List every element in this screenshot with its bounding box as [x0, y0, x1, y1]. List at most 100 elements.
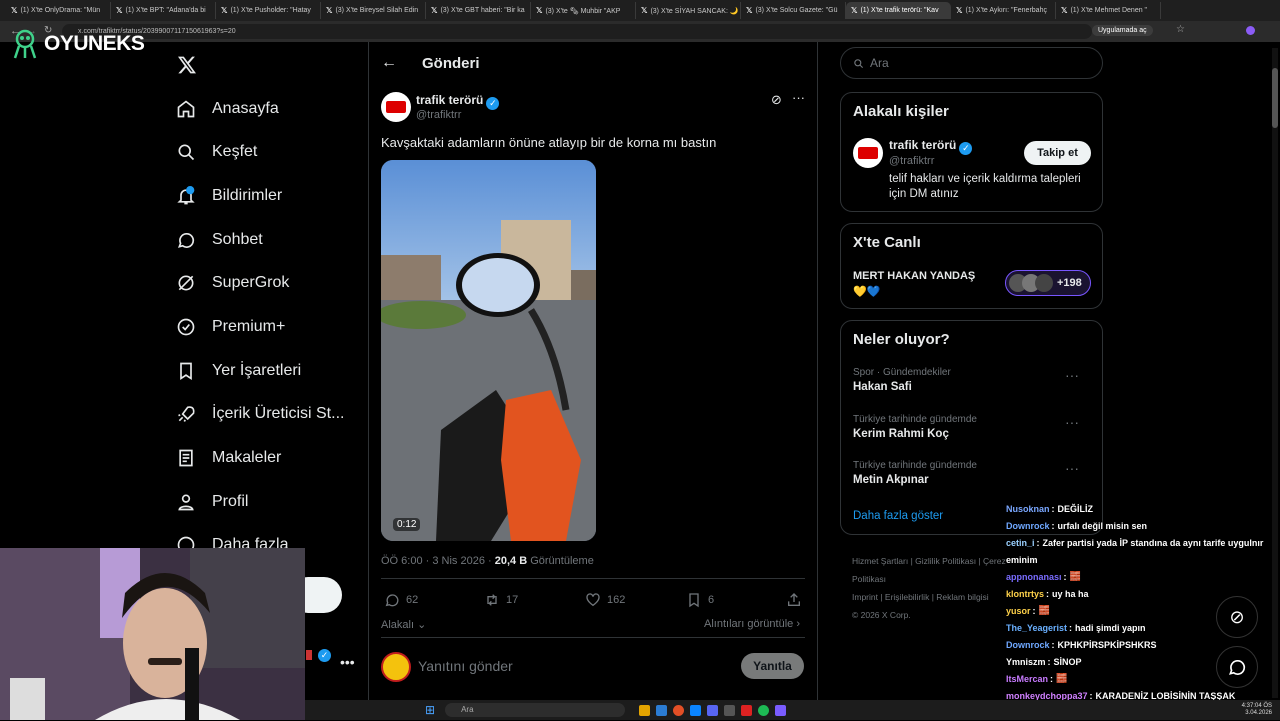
app-icon[interactable] — [775, 704, 787, 716]
reply-action[interactable]: 62 — [384, 592, 418, 608]
relevant-name-row[interactable]: trafik terörü ✓ — [889, 138, 973, 155]
nav-item-premium[interactable]: Premium+ — [176, 314, 285, 340]
browser-tab[interactable]: 𝕏 (1) X'te Pusholder: "Hatay — [216, 2, 321, 19]
chat-username[interactable]: ItsMercan — [1006, 674, 1048, 684]
trend-item[interactable]: Türkiye tarihinde gündemde Kerim Rahmi Ko… — [853, 414, 1093, 440]
star-icon[interactable]: ☆ — [1176, 24, 1185, 35]
chat-username[interactable]: cetin_i — [1006, 538, 1035, 548]
taskbar-clock[interactable]: 4:37:04 ÖS 3.04.2026 — [1242, 703, 1272, 717]
bookmark-action[interactable]: 6 — [686, 592, 714, 608]
verified-badge-icon: ✓ — [959, 142, 973, 155]
nav-item-chat[interactable]: Sohbet — [176, 227, 263, 253]
trend-more-icon[interactable]: ··· — [1065, 414, 1079, 430]
chat-username[interactable]: appnonanası — [1006, 572, 1062, 582]
address-bar[interactable]: x.com/trafiktrr/status/20399007117150619… — [62, 24, 1092, 39]
nav-item-home[interactable]: Anasayfa — [176, 96, 279, 122]
post-time[interactable]: ÖÖ 6:00 — [381, 555, 423, 567]
chat-username[interactable]: eminim — [1006, 555, 1038, 565]
scrollbar-thumb[interactable] — [1272, 68, 1278, 128]
browser-tab[interactable]: 𝕏 (1) X'te trafik terörü: "Kav — [846, 2, 951, 19]
repost-action[interactable]: 17 — [484, 592, 518, 608]
browser-tab-title: (1) X'te trafik terörü: "Kav — [860, 7, 939, 14]
spotify-icon[interactable] — [758, 704, 770, 716]
live-participants[interactable]: +198 — [1005, 270, 1091, 296]
browser-tab[interactable]: 𝕏 (3) X'te Solcu Gazete: "Gü — [741, 2, 846, 19]
browser-tab[interactable]: 𝕏 (1) X'te BPT: "Adana'da bi — [111, 2, 216, 19]
chat-message: appnonanası : 🧱 — [1006, 568, 1274, 585]
browser-tab-title: (1) X'te OnlyDrama: "Mün — [20, 7, 101, 14]
more-options-icon[interactable]: ··· — [792, 90, 805, 105]
author-avatar[interactable] — [381, 92, 411, 122]
chat-username[interactable]: Downrock — [1006, 640, 1050, 650]
nav-item-creator-studio[interactable]: İçerik Üreticisi St... — [176, 401, 344, 427]
trend-item[interactable]: Spor · Gündemdekiler Hakan Safi ··· — [853, 367, 1093, 393]
show-more-link[interactable]: Daha fazla göster — [853, 510, 943, 522]
chat-username[interactable]: Downrock — [1006, 521, 1050, 531]
like-action[interactable]: 162 — [585, 592, 625, 608]
chat-username[interactable]: The_Yeagerist — [1006, 623, 1067, 633]
author-handle[interactable]: @trafiktrr — [416, 109, 461, 121]
app-icon[interactable] — [724, 704, 736, 716]
browser-tab[interactable]: 𝕏 (1) X'te OnlyDrama: "Mün — [6, 2, 111, 19]
trend-name: Metin Akpınar — [853, 474, 929, 486]
footer-link[interactable]: Gizlilik Politikası — [915, 556, 976, 566]
chat-separator: : — [1063, 571, 1067, 582]
trend-more-icon[interactable]: ··· — [1065, 367, 1079, 383]
author-name-row[interactable]: trafik terörü ✓ — [416, 93, 500, 110]
trend-item[interactable]: Türkiye tarihinde gündemde Metin Akpınar ·… — [853, 460, 1093, 486]
windows-start-icon[interactable]: ⊞ — [425, 703, 435, 717]
nav-item-profile[interactable]: Profil — [176, 489, 248, 515]
x-logo-icon[interactable] — [177, 55, 197, 75]
browser-tab[interactable]: 𝕏 (1) X'te Mehmet Denen " — [1056, 2, 1161, 19]
nav-item-notifications[interactable]: Bildirimler — [176, 183, 282, 209]
profile-avatar[interactable] — [1246, 26, 1255, 35]
reply-button[interactable]: Yanıtla — [741, 653, 804, 679]
folder-icon[interactable] — [639, 704, 651, 716]
app-icon[interactable] — [741, 704, 753, 716]
grok-icon[interactable]: ⊘ — [771, 92, 782, 108]
chat-username[interactable]: yusor — [1006, 606, 1031, 616]
browser-tab[interactable]: 𝕏 (3) X'te SİYAH SANCAK: 🌙 — [636, 2, 741, 19]
chat-username[interactable]: monkeydchoppa37 — [1006, 691, 1088, 701]
chat-username[interactable]: klontrtys — [1006, 589, 1044, 599]
reply-input[interactable]: Yanıtını gönder — [418, 658, 513, 674]
chat-separator: : — [1046, 588, 1050, 599]
nav-item-supergrok[interactable]: SuperGrok — [176, 270, 289, 296]
open-in-app-chip[interactable]: Uygulamada aç — [1092, 25, 1153, 36]
chrome-icon[interactable] — [673, 704, 685, 716]
nav-item-bookmarks[interactable]: Yer İşaretleri — [176, 358, 301, 384]
back-arrow-icon[interactable]: ← — [381, 54, 397, 72]
nav-label: Sohbet — [212, 231, 263, 248]
browser-tab[interactable]: 𝕏 (3) X'te 🗞 Muhbir "AKP — [531, 2, 636, 19]
search-box[interactable]: Ara — [840, 47, 1103, 79]
post-date[interactable]: 3 Nis 2026 — [432, 555, 485, 567]
chat-username[interactable]: Ymniszm — [1006, 657, 1046, 667]
trend-more-icon[interactable]: ··· — [1065, 460, 1079, 476]
browser-tab[interactable]: 𝕏 (1) X'te Aykırı: "Fenerbahç — [951, 2, 1056, 19]
live-host-name[interactable]: MERT HAKAN YANDAŞ — [853, 270, 975, 282]
nav-label: Makaleler — [212, 449, 282, 466]
browser-tab[interactable]: 𝕏 (3) X'te GBT haberi: "Bir ka — [426, 2, 531, 19]
app-icon[interactable] — [656, 704, 668, 716]
nav-item-articles[interactable]: Makaleler — [176, 445, 281, 471]
follow-button[interactable]: Takip et — [1024, 141, 1091, 165]
relevant-avatar[interactable] — [853, 138, 883, 168]
discord-icon[interactable] — [707, 704, 719, 716]
taskbar-search[interactable]: Ara — [445, 703, 626, 717]
view-quotes-link[interactable]: Alıntıları görüntüle › — [704, 618, 800, 630]
account-menu-icon[interactable]: ••• — [340, 654, 355, 670]
footer-link[interactable]: Imprint — [852, 592, 878, 602]
chat-username[interactable]: Nusoknan — [1006, 504, 1050, 514]
footer-link[interactable]: Hizmet Şartları — [852, 556, 908, 566]
footer-link[interactable]: Reklam bilgisi — [936, 592, 988, 602]
heart-icon — [586, 593, 600, 607]
relevance-dropdown[interactable]: Alakalı ⌄ — [381, 618, 426, 631]
share-action[interactable] — [786, 592, 802, 608]
post-video[interactable]: 0:12 — [381, 160, 596, 541]
nav-item-explore[interactable]: Keşfet — [176, 139, 257, 165]
footer-link[interactable]: Erişilebilirlik — [885, 592, 929, 602]
edge-icon[interactable] — [690, 704, 702, 716]
live-emoji: 💛💙 — [853, 286, 881, 298]
browser-tab[interactable]: 𝕏 (3) X'te Bireysel Silah Edin — [321, 2, 426, 19]
chat-message: klontrtys : uy ha ha — [1006, 585, 1274, 602]
